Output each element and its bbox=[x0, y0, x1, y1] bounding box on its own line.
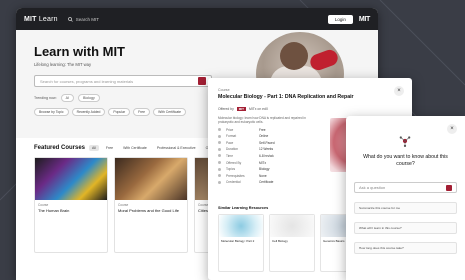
ai-chat-input[interactable]: Ask a question bbox=[354, 182, 457, 193]
send-icon[interactable] bbox=[446, 184, 452, 191]
ai-suggestion[interactable]: What will I learn in this course? bbox=[354, 222, 457, 235]
resource-title: Molecular Biology: Part 2 bbox=[221, 239, 255, 243]
mit-logo[interactable]: MIT bbox=[359, 16, 370, 23]
course-card[interactable]: Course Moral Problems and the Good Life bbox=[114, 157, 188, 253]
course-type: Course bbox=[38, 203, 49, 207]
browse-chip[interactable]: Popular bbox=[108, 108, 131, 116]
course-image bbox=[115, 158, 187, 200]
course-type: Course bbox=[118, 203, 129, 207]
browse-chip[interactable]: Recently Added bbox=[71, 108, 106, 116]
featured-tab[interactable]: Free bbox=[103, 145, 116, 151]
featured-tab[interactable]: All bbox=[89, 145, 99, 151]
resource-title: Cell Biology bbox=[272, 239, 288, 243]
ai-suggestion[interactable]: Summarize this course for me bbox=[354, 202, 457, 215]
trending-label: Trending now: bbox=[34, 96, 57, 100]
mit-badge: MIT bbox=[236, 107, 246, 111]
ai-suggestion[interactable]: How long does this course take? bbox=[354, 242, 457, 255]
featured-tab[interactable]: Professional & Executive bbox=[154, 145, 199, 151]
browse-chip[interactable]: Free bbox=[133, 108, 151, 116]
course-title: The Human Brain bbox=[38, 208, 70, 213]
search-placeholder: Search for courses, programs and learnin… bbox=[40, 78, 134, 84]
course-card[interactable]: Course The Human Brain bbox=[34, 157, 108, 253]
hero-search-input[interactable]: Search for courses, programs and learnin… bbox=[34, 75, 212, 87]
ai-assistant-icon bbox=[399, 136, 411, 148]
ai-question: What do you want to know about this cour… bbox=[363, 154, 448, 168]
nav-search[interactable]: Search MIT bbox=[67, 16, 99, 22]
site-logo[interactable]: MIT Learn bbox=[24, 16, 58, 23]
course-detail-title: Molecular Biology - Part 1: DNA Replicat… bbox=[218, 94, 354, 100]
similar-resource-card[interactable]: Cell Biology bbox=[269, 214, 315, 272]
trending-tag[interactable]: AI bbox=[60, 94, 75, 102]
course-title: Moral Problems and the Good Life bbox=[118, 208, 179, 213]
similar-resource-card[interactable]: Molecular Biology: Part 2 bbox=[218, 214, 264, 272]
offered-by-name: MITx on edX bbox=[248, 107, 269, 111]
similar-resources-title: Similar Learning Resources bbox=[218, 206, 269, 210]
course-image bbox=[35, 158, 107, 200]
featured-title: Featured Courses bbox=[34, 145, 86, 151]
top-nav: MIT Learn Search MIT Login MIT bbox=[16, 8, 378, 30]
similar-resources-list: Molecular Biology: Part 2 Cell Biology G… bbox=[218, 214, 366, 272]
ai-assistant-panel: × What do you want to know about this co… bbox=[346, 116, 465, 280]
nav-search-label: Search MIT bbox=[75, 16, 99, 22]
login-button[interactable]: Login bbox=[327, 14, 353, 24]
search-submit-button[interactable] bbox=[198, 77, 206, 85]
resource-image bbox=[219, 215, 263, 237]
browse-chip[interactable]: Browse by Topic bbox=[34, 108, 69, 116]
resource-image bbox=[270, 215, 314, 237]
offered-by-prefix: Offered by bbox=[218, 107, 234, 111]
course-description: Molecular biology: learn how DNA is repl… bbox=[218, 116, 306, 125]
featured-tab[interactable]: With Certificate bbox=[120, 145, 150, 151]
offered-by: Offered by MIT MITx on edX bbox=[218, 107, 402, 111]
close-icon[interactable]: × bbox=[394, 86, 404, 96]
resource-type: Course bbox=[218, 88, 230, 92]
search-icon bbox=[67, 16, 73, 22]
ai-input-placeholder: Ask a question bbox=[359, 185, 386, 190]
browse-chip[interactable]: With Certificate bbox=[153, 108, 187, 116]
close-icon[interactable]: × bbox=[447, 124, 457, 134]
trending-tag[interactable]: Biology bbox=[78, 94, 100, 102]
